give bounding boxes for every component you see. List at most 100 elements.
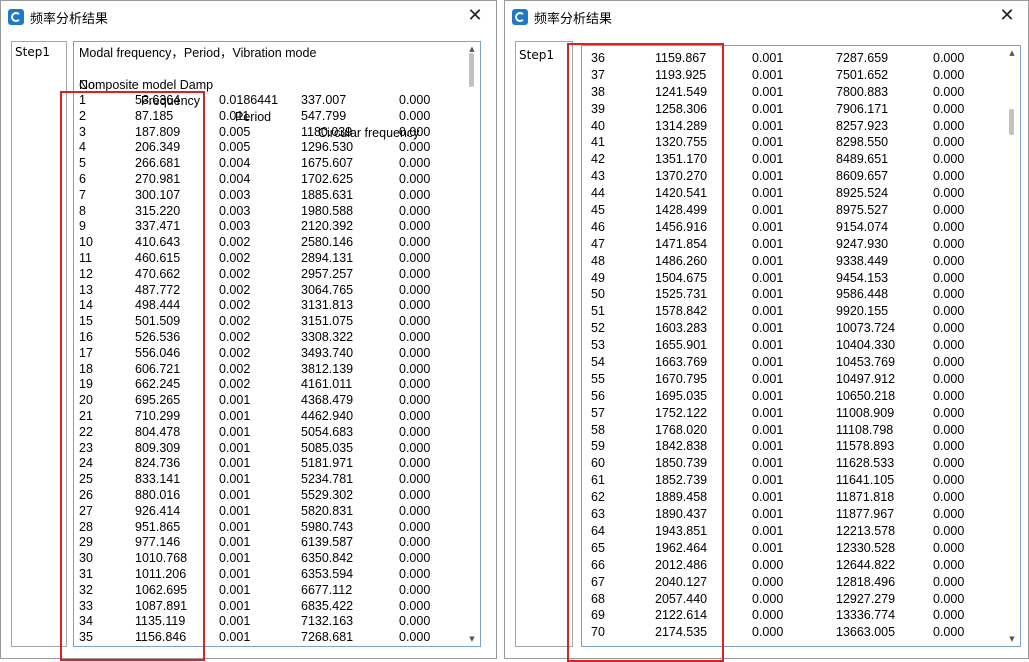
scroll-down-arrow-icon[interactable]: ▼: [467, 634, 477, 644]
table-row: 53 1655.901 0.001 10404.330 0.000: [587, 337, 1004, 354]
table-row: 45 1428.499 0.001 8975.527 0.000: [587, 202, 1004, 219]
damp-value: 0.000: [933, 287, 965, 302]
frequency-value: 1486.260: [655, 253, 708, 268]
circular-frequency-value: 7287.659: [836, 51, 889, 65]
period-value: 0.001: [752, 304, 784, 319]
table-row: 67 2040.127 0.000 12818.496 0.000: [587, 574, 1004, 591]
frequency-value: 1768.020: [655, 422, 708, 437]
mode-number: 7: [79, 187, 86, 202]
step-list-item[interactable]: Step1: [515, 41, 573, 647]
period-value: 0.001: [752, 270, 784, 285]
frequency-value: 1258.306: [655, 101, 708, 116]
step-list-item[interactable]: Step1: [11, 41, 67, 647]
period-value: 0.0186441: [219, 93, 279, 107]
frequency-value: 1456.916: [655, 219, 708, 234]
scroll-thumb[interactable]: [1009, 109, 1014, 135]
table-row: 43 1370.270 0.001 8609.657 0.000: [587, 168, 1004, 185]
results-text-panel[interactable]: Modal frequency，Period，Vibration mode No…: [73, 41, 481, 647]
result-window-right: 频率分析结果 ✕ Step1 36 1159.867 0.001 7287.659 0.…: [504, 0, 1029, 662]
frequency-value: 1320.755: [655, 135, 708, 150]
mode-number: 62: [591, 490, 605, 505]
period-value: 0.001: [219, 440, 251, 455]
table-row: 5 266.681 0.004 1675.607 0.000: [79, 156, 464, 172]
circular-frequency-value: 7268.681: [301, 630, 354, 645]
circular-frequency-value: 12644.822: [836, 557, 896, 572]
period-value: 0.004: [219, 171, 251, 186]
circular-frequency-value: 9920.155: [836, 304, 889, 319]
period-value: 0.004: [219, 156, 251, 171]
circular-frequency-value: 2120.392: [301, 219, 354, 234]
damp-value: 0.000: [933, 152, 965, 167]
circular-frequency-value: 7906.171: [836, 101, 889, 116]
period-value: 0.001: [752, 439, 784, 454]
table-row: 26 880.016 0.001 5529.302 0.000: [79, 488, 464, 504]
table-row: 56 1695.035 0.001 10650.218 0.000: [587, 388, 1004, 405]
period-value: 0.001: [752, 287, 784, 302]
circular-frequency-value: 7501.652: [836, 67, 889, 82]
result-window-left: 频率分析结果 ✕ Step1 Modal frequency，Period，Vi…: [0, 0, 497, 661]
damp-value: 0.000: [933, 574, 965, 589]
damp-value: 0.000: [933, 135, 965, 150]
circular-frequency-value: 11628.533: [836, 456, 895, 471]
mode-number: 27: [79, 503, 93, 518]
table-row: 58 1768.020 0.001 11108.798 0.000: [587, 422, 1004, 439]
scroll-thumb[interactable]: [469, 53, 474, 87]
frequency-value: 266.681: [135, 156, 181, 171]
vertical-scrollbar[interactable]: ▲ ▼: [465, 43, 479, 645]
circular-frequency-value: 337.007: [301, 93, 347, 107]
frequency-value: 337.471: [135, 219, 181, 234]
frequency-value: 460.615: [135, 250, 181, 265]
table-row: 11 460.615 0.002 2894.131 0.000: [79, 251, 464, 267]
circular-frequency-value: 6353.594: [301, 566, 354, 581]
vertical-scrollbar[interactable]: ▲ ▼: [1005, 47, 1019, 645]
circular-frequency-value: 3308.322: [301, 329, 354, 344]
table-row: 20 695.265 0.001 4368.479 0.000: [79, 393, 464, 409]
table-row: 4 206.349 0.005 1296.530 0.000: [79, 140, 464, 156]
table-row: 6 270.981 0.004 1702.625 0.000: [79, 172, 464, 188]
close-button[interactable]: ✕: [464, 5, 486, 27]
period-value: 0.001: [752, 101, 784, 116]
damp-value: 0.000: [399, 203, 431, 218]
scroll-down-arrow-icon[interactable]: ▼: [1007, 634, 1017, 644]
frequency-value: 501.509: [135, 314, 181, 329]
damp-value: 0.000: [933, 67, 965, 82]
frequency-value: 662.245: [135, 377, 181, 392]
damp-value: 0.000: [399, 124, 431, 139]
damp-value: 0.000: [933, 591, 965, 606]
damp-value: 0.000: [933, 473, 965, 488]
damp-value: 0.000: [399, 408, 431, 423]
damp-value: 0.000: [933, 490, 965, 505]
mode-number: 44: [591, 186, 605, 201]
damp-value: 0.000: [399, 140, 431, 155]
period-value: 0.001: [219, 503, 251, 518]
frequency-value: 2040.127: [655, 574, 708, 589]
damp-value: 0.000: [399, 108, 431, 123]
scroll-up-arrow-icon[interactable]: ▲: [1007, 48, 1017, 58]
table-row: 36 1159.867 0.001 7287.659 0.000: [587, 50, 1004, 67]
damp-value: 0.000: [399, 377, 431, 392]
mode-number: 36: [591, 51, 605, 65]
results-rows-right: 36 1159.867 0.001 7287.659 0.000 37 1193.925 0.…: [587, 50, 1004, 641]
mode-number: 59: [591, 439, 605, 454]
mode-number: 51: [591, 304, 605, 319]
circular-frequency-value: 8489.651: [836, 152, 889, 167]
frequency-value: 270.981: [135, 171, 181, 186]
mode-number: 41: [591, 135, 605, 150]
close-button[interactable]: ✕: [996, 5, 1018, 27]
table-row: 29 977.146 0.001 6139.587 0.000: [79, 535, 464, 551]
frequency-value: 1471.854: [655, 236, 708, 251]
damp-value: 0.000: [933, 557, 965, 572]
circular-frequency-value: 12330.528: [836, 540, 896, 555]
frequency-value: 1087.891: [135, 598, 188, 613]
period-value: 0.001: [752, 371, 784, 386]
damp-value: 0.000: [399, 282, 431, 297]
frequency-value: 1428.499: [655, 203, 708, 218]
circular-frequency-value: 1702.625: [301, 171, 354, 186]
frequency-value: 1670.795: [655, 371, 708, 386]
table-row: 65 1962.464 0.001 12330.528 0.000: [587, 540, 1004, 557]
mode-number: 8: [79, 203, 86, 218]
period-value: 0.001: [752, 490, 784, 505]
circular-frequency-value: 8975.527: [836, 203, 889, 218]
results-text-panel[interactable]: 36 1159.867 0.001 7287.659 0.000 37 1193.925 0.…: [581, 45, 1021, 647]
frequency-value: 1852.739: [655, 473, 708, 488]
